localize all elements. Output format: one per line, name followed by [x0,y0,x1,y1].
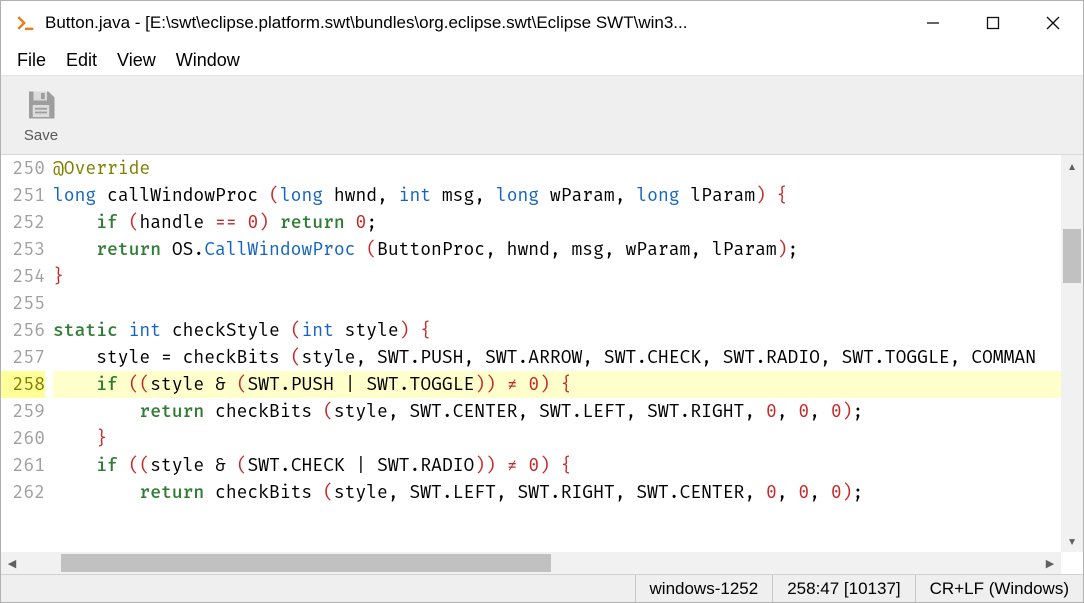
code-line[interactable]: return checkBits (style, SWT.CENTER, SWT… [53,398,1065,425]
status-lineend[interactable]: CR+LF (Windows) [915,575,1083,602]
line-number[interactable]: 261 [1,452,45,479]
status-position[interactable]: 258:47 [10137] [772,575,914,602]
code-line[interactable]: if (handle == 0) return 0; [53,209,1065,236]
menu-edit[interactable]: Edit [56,48,107,73]
menu-file[interactable]: File [7,48,56,73]
save-icon [23,87,59,123]
scroll-up-icon[interactable]: ▲ [1061,155,1083,177]
close-button[interactable] [1023,2,1083,44]
line-number[interactable]: 253 [1,236,45,263]
code-line[interactable]: } [53,263,1065,290]
line-number[interactable]: 254 [1,263,45,290]
vertical-scroll-thumb[interactable] [1063,229,1081,283]
line-number[interactable]: 260 [1,425,45,452]
code-line[interactable]: if ((style & (SWT.PUSH | SWT.TOGGLE)) ≠ … [53,371,1065,398]
window-title: Button.java - [E:\swt\eclipse.platform.s… [45,13,687,33]
code-line[interactable] [53,290,1065,317]
line-gutter[interactable]: 250251252253254255256257258259260261262 [1,155,53,552]
app-icon [15,13,35,33]
titlebar: Button.java - [E:\swt\eclipse.platform.s… [1,1,1083,45]
line-number[interactable]: 251 [1,182,45,209]
code-line[interactable]: return checkBits (style, SWT.LEFT, SWT.R… [53,479,1065,506]
editor[interactable]: 250251252253254255256257258259260261262 … [1,155,1083,552]
hscroll-track[interactable] [23,552,1039,574]
scroll-down-icon[interactable]: ▼ [1061,530,1083,552]
line-number[interactable]: 255 [1,290,45,317]
code-line[interactable]: long callWindowProc (long hwnd, int msg,… [53,182,1065,209]
menu-window[interactable]: Window [166,48,250,73]
save-button-label: Save [24,127,58,144]
code-line[interactable]: static int checkStyle (int style) { [53,317,1065,344]
menu-view[interactable]: View [107,48,166,73]
horizontal-scrollbar[interactable]: ◀ ▶ [1,552,1061,574]
window-controls [903,2,1083,44]
save-button[interactable]: Save [11,80,71,150]
line-number[interactable]: 262 [1,479,45,506]
horizontal-scroll-thumb[interactable] [61,554,551,572]
code-line[interactable]: if ((style & (SWT.CHECK | SWT.RADIO)) ≠ … [53,452,1065,479]
main-window: Button.java - [E:\swt\eclipse.platform.s… [0,0,1084,603]
line-number[interactable]: 250 [1,155,45,182]
statusbar: windows-1252 258:47 [10137] CR+LF (Windo… [1,574,1083,602]
line-number[interactable]: 259 [1,398,45,425]
code-pane[interactable]: @Overridelong callWindowProc (long hwnd,… [53,155,1083,552]
toolbar: Save [1,75,1083,155]
code-line[interactable]: style = checkBits (style, SWT.PUSH, SWT.… [53,344,1065,371]
scroll-left-icon[interactable]: ◀ [1,552,23,574]
status-spacer [1,575,635,602]
vertical-scrollbar[interactable]: ▲ ▼ [1061,155,1083,552]
line-number[interactable]: 257 [1,344,45,371]
code-line[interactable]: } [53,425,1065,452]
minimize-button[interactable] [903,2,963,44]
line-number[interactable]: 252 [1,209,45,236]
code-line[interactable]: @Override [53,155,1065,182]
menubar: File Edit View Window [1,45,1083,75]
line-number[interactable]: 256 [1,317,45,344]
status-encoding[interactable]: windows-1252 [635,575,773,602]
line-number[interactable]: 258 [1,371,45,398]
code-line[interactable]: return OS.CallWindowProc (ButtonProc, hw… [53,236,1065,263]
editor-area: 250251252253254255256257258259260261262 … [1,155,1083,574]
scroll-right-icon[interactable]: ▶ [1039,552,1061,574]
maximize-button[interactable] [963,2,1023,44]
